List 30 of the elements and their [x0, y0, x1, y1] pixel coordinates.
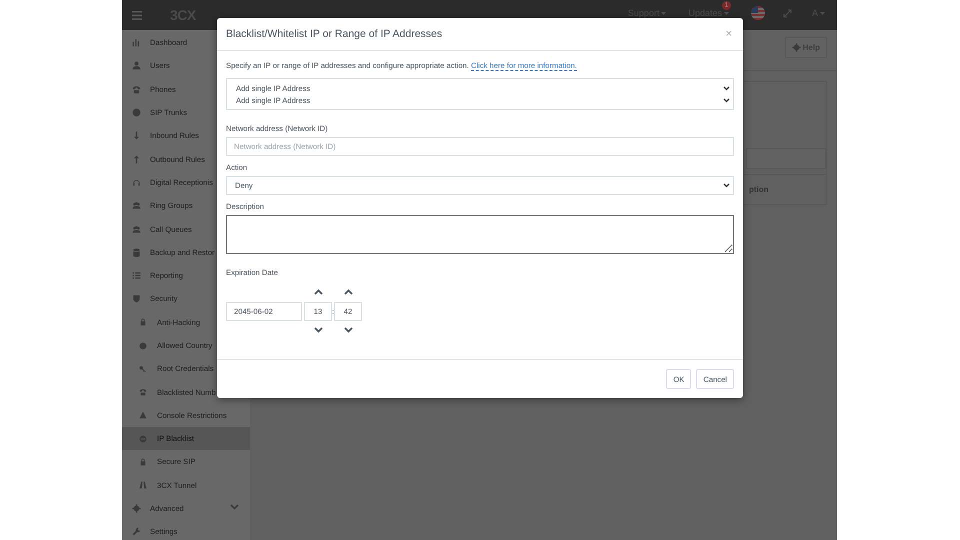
lock-icon [139, 458, 147, 466]
increment-button[interactable] [314, 289, 322, 296]
warning-icon [139, 411, 147, 420]
bar-chart-icon [132, 38, 141, 48]
database-icon [132, 248, 141, 257]
wrench-icon [132, 527, 141, 536]
phone-icon [139, 388, 147, 396]
dialog-title: Blacklist/Whitelist IP or Range of IP Addresses [226, 28, 442, 40]
flag-icon[interactable] [750, 6, 765, 20]
decrement-button[interactable] [314, 327, 322, 334]
person-icon [132, 61, 141, 70]
caret-icon [661, 12, 666, 16]
headset-icon [132, 178, 141, 187]
caret-icon [724, 12, 729, 16]
increment-button[interactable] [344, 289, 352, 296]
list-icon [132, 271, 141, 280]
people-icon [132, 201, 141, 210]
shield-icon [132, 294, 141, 304]
decrement-button[interactable] [344, 327, 352, 334]
description-field[interactable] [226, 215, 734, 254]
people-icon [132, 224, 141, 234]
key-icon [139, 364, 147, 373]
caret-icon [820, 12, 825, 16]
phone-icon [132, 84, 141, 94]
lock-icon [139, 318, 147, 326]
road-icon [139, 481, 147, 490]
down-arrow-icon [132, 131, 141, 140]
close-button[interactable]: × [724, 28, 734, 40]
caret-icon [723, 183, 730, 188]
up-arrow-icon [132, 154, 141, 164]
